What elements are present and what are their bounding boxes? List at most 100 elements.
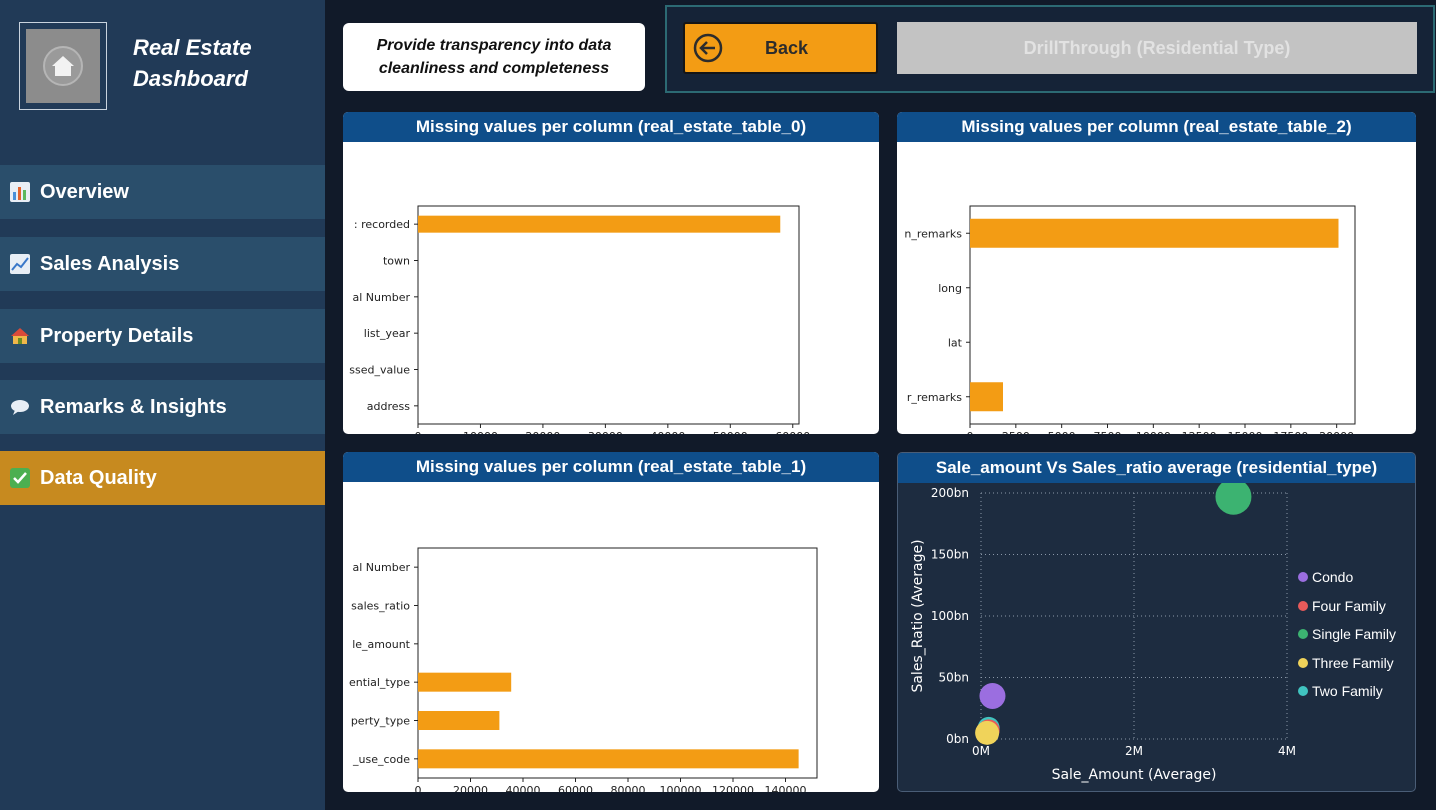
sidebar-item-sales-analysis[interactable]: Sales Analysis	[0, 237, 325, 291]
back-arrow-icon	[693, 33, 723, 63]
bar-chart-table-2: r_remarks lat long n_remarks 0 2500 5000 7500 10…	[904, 205, 1356, 434]
bar	[418, 215, 781, 233]
sidebar-item-overview[interactable]: Overview	[0, 165, 325, 219]
y-tick-label: 200bn	[931, 486, 969, 500]
house-icon	[10, 326, 30, 346]
plot-frame	[417, 205, 800, 425]
purpose-text: Provide transparency into data cleanline…	[343, 23, 645, 91]
scatter-point	[979, 682, 1006, 709]
bar	[418, 672, 512, 692]
scatter-legend: Condo Four Family Single Family Three Famil…	[1298, 563, 1396, 706]
y-tick-label: 0bn	[946, 732, 969, 746]
app-title-line2: Dashboard	[133, 66, 248, 91]
x-tick-label: 15000	[1228, 430, 1263, 434]
y-tick-label: r_remarks	[907, 391, 962, 404]
y-tick-label: _use_code	[352, 753, 410, 766]
y-tick-label: le_amount	[352, 638, 410, 651]
y-tick-label: lat	[948, 336, 963, 349]
plot-frame	[417, 547, 818, 779]
y-tick-label: list_year	[364, 327, 411, 340]
legend-item[interactable]: Four Family	[1298, 592, 1396, 621]
legend-item[interactable]: Three Family	[1298, 649, 1396, 678]
sidebar-item-label: Data Quality	[40, 466, 157, 489]
panel-missing-table-2: Missing values per column (real_estate_t…	[897, 112, 1416, 434]
x-tick-label: 0	[415, 430, 422, 434]
y-tick-label: address	[367, 400, 410, 413]
bar	[970, 382, 1003, 412]
panel-scatter-residential: Sale_amount Vs Sales_ratio average (resi…	[897, 452, 1416, 792]
legend-label: Three Family	[1312, 654, 1394, 671]
y-tick-label: ential_type	[349, 676, 410, 689]
x-tick-label: 5000	[1048, 430, 1076, 434]
panel-missing-table-0: Missing values per column (real_estate_t…	[343, 112, 879, 434]
bar-chart-table-0: address ssed_value list_year al Number town:…	[349, 205, 810, 434]
legend-label: Four Family	[1312, 597, 1386, 614]
bar	[970, 218, 1339, 248]
x-tick-label: 40000	[506, 784, 541, 792]
x-tick-label: 0	[415, 784, 422, 792]
back-button-label: Back	[765, 37, 809, 58]
line-chart-icon	[10, 254, 30, 274]
y-tick-label: : recorded	[354, 218, 410, 231]
sidebar-item-label: Sales Analysis	[40, 252, 180, 275]
logo	[19, 22, 107, 110]
legend-label: Two Family	[1312, 683, 1383, 700]
x-tick-label: 12500	[1182, 430, 1217, 434]
x-tick-label: 120000	[712, 784, 754, 792]
x-tick-label: 0M	[972, 744, 990, 758]
legend-dot-icon	[1298, 657, 1308, 668]
x-tick-label: 140000	[765, 784, 807, 792]
scatter-point	[1215, 478, 1252, 515]
legend-label: Condo	[1312, 569, 1354, 586]
y-axis-label: Sales_Ratio (Average)	[910, 539, 926, 692]
x-tick-label: 20000	[1319, 430, 1354, 434]
x-tick-label: 80000	[611, 784, 646, 792]
app-title: Real Estate Dashboard	[133, 32, 252, 94]
panel-title: Sale_amount Vs Sales_ratio average (resi…	[898, 453, 1415, 483]
y-tick-label: 50bn	[939, 671, 970, 685]
sidebar-item-remarks-insights[interactable]: Remarks & Insights	[0, 380, 325, 434]
x-tick-label: 40000	[650, 430, 685, 434]
x-tick-label: 0	[967, 430, 974, 434]
bar-chart-table-1: _use_code perty_type ential_type le_amount s…	[349, 547, 818, 792]
x-tick-label: 4M	[1278, 744, 1296, 758]
bar	[418, 711, 500, 730]
back-button[interactable]: Back	[683, 22, 878, 74]
x-axis-label: Sale_Amount (Average)	[1052, 767, 1217, 783]
x-tick-label: 2500	[1002, 430, 1030, 434]
y-tick-label: 150bn	[931, 548, 969, 562]
legend-item[interactable]: Condo	[1298, 563, 1396, 592]
sidebar-item-data-quality[interactable]: Data Quality	[0, 451, 325, 505]
x-tick-label: 20000	[525, 430, 560, 434]
x-tick-label: 50000	[713, 430, 748, 434]
legend-dot-icon	[1298, 572, 1308, 583]
bar	[418, 749, 799, 769]
y-tick-label: al Number	[353, 291, 411, 304]
x-tick-label: 17500	[1273, 430, 1308, 434]
y-tick-label: perty_type	[351, 715, 410, 728]
drillthrough-button[interactable]: DrillThrough (Residential Type)	[897, 22, 1417, 74]
x-tick-label: 7500	[1094, 430, 1122, 434]
speech-bubble-icon	[10, 397, 30, 417]
x-tick-label: 20000	[453, 784, 488, 792]
panel-title: Missing values per column (real_estate_t…	[343, 112, 879, 142]
legend-dot-icon	[1298, 600, 1308, 611]
x-tick-label: 60000	[775, 430, 810, 434]
legend-dot-icon	[1298, 629, 1308, 640]
panel-missing-table-1: Missing values per column (real_estate_t…	[343, 452, 879, 792]
y-tick-label: n_remarks	[904, 227, 962, 240]
panel-title: Missing values per column (real_estate_t…	[343, 452, 879, 482]
sidebar-item-label: Property Details	[40, 324, 194, 347]
y-tick-label: 100bn	[931, 609, 969, 623]
x-tick-label: 10000	[463, 430, 498, 434]
legend-item[interactable]: Two Family	[1298, 677, 1396, 706]
x-tick-label: 30000	[588, 430, 623, 434]
sidebar-item-label: Overview	[40, 180, 129, 203]
y-tick-label: ssed_value	[349, 364, 410, 377]
sidebar-item-property-details[interactable]: Property Details	[0, 309, 325, 363]
panel-title: Missing values per column (real_estate_t…	[897, 112, 1416, 142]
legend-item[interactable]: Single Family	[1298, 620, 1396, 649]
app-title-line1: Real Estate	[133, 35, 252, 60]
y-tick-label: sales_ratio	[351, 600, 410, 613]
checkmark-icon	[10, 468, 30, 488]
